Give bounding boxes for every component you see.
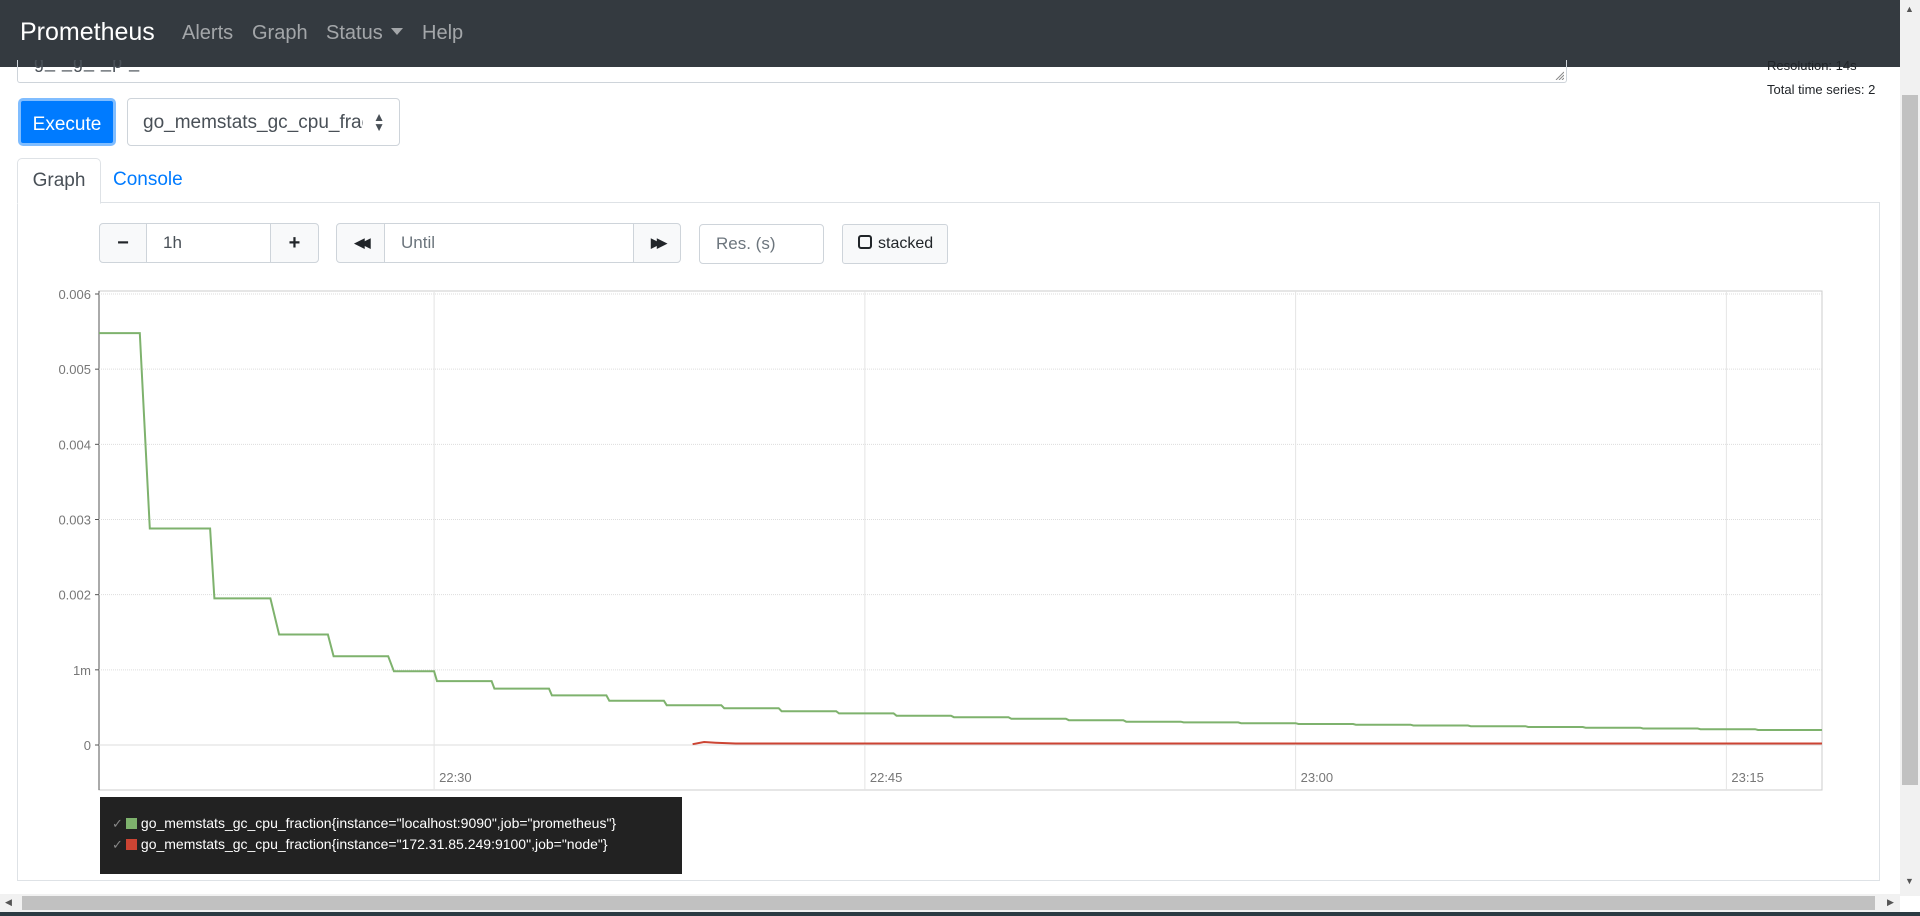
rewind-icon: ◀◀	[354, 235, 371, 250]
stacked-toggle[interactable]: stacked	[842, 224, 948, 264]
plot-frame	[98, 290, 1823, 791]
resolution-input[interactable]: Res. (s)	[699, 224, 824, 264]
expression-input[interactable]: g_ _g_ _p _	[17, 60, 1567, 83]
resize-grip-icon[interactable]	[1554, 70, 1564, 80]
resolution-info: Resolution: 14s	[1767, 61, 1857, 73]
chart-legend: ✓ go_memstats_gc_cpu_fraction{instance="l…	[100, 797, 682, 874]
rewind-button[interactable]: ◀◀	[336, 223, 385, 263]
y-tick-label: 0.003	[58, 513, 91, 528]
forward-button[interactable]: ▶▶	[633, 223, 681, 263]
expression-text: g_ _g_ _p _	[34, 60, 141, 72]
nav-status-label: Status	[326, 22, 383, 44]
y-tick-label: 0.004	[58, 437, 91, 452]
legend-label: go_memstats_gc_cpu_fraction{instance="lo…	[140, 815, 617, 831]
legend-swatch	[125, 817, 137, 829]
nav-status[interactable]: Status	[326, 22, 403, 45]
series-line-2	[692, 740, 1822, 746]
until-input[interactable]: Until	[384, 223, 634, 263]
legend-item[interactable]: ✓ go_memstats_gc_cpu_fraction{instance="l…	[112, 814, 616, 832]
x-tick-label: 23:00	[1301, 770, 1334, 785]
forward-icon: ▶▶	[651, 235, 667, 250]
nav-graph[interactable]: Graph	[252, 22, 308, 45]
tab-console[interactable]: Console	[113, 158, 183, 202]
y-tick-label: 1m	[73, 663, 91, 678]
total-series-info: Total time series: 2	[1767, 82, 1876, 97]
taskbar-strip	[0, 912, 1920, 916]
stacked-label: stacked	[878, 235, 934, 252]
increase-range-button[interactable]: +	[270, 223, 319, 263]
series-line-1	[99, 332, 1822, 731]
scroll-up-icon[interactable]: ▲	[1905, 4, 1914, 14]
navbar: Prometheus Alerts Graph Status Help	[0, 0, 1900, 67]
brand-logo[interactable]: Prometheus	[20, 18, 155, 47]
y-tick-label: 0.005	[58, 362, 91, 377]
legend-swatch	[125, 838, 137, 850]
horizontal-scroll-thumb[interactable]	[22, 896, 1875, 910]
decrease-range-button[interactable]: −	[99, 223, 147, 263]
range-input[interactable]: 1h	[146, 223, 271, 263]
nav-help[interactable]: Help	[422, 22, 463, 45]
scroll-left-icon[interactable]: ◀	[5, 897, 12, 908]
check-icon: ✓	[112, 837, 123, 852]
nav-alerts[interactable]: Alerts	[182, 22, 233, 45]
x-tick-label: 22:45	[870, 770, 903, 785]
vertical-scroll-thumb[interactable]	[1902, 95, 1918, 785]
y-tick-label: 0	[84, 738, 91, 753]
x-tick-label: 22:30	[439, 770, 472, 785]
tab-graph[interactable]: Graph	[17, 158, 101, 204]
select-arrows-icon: ▲ ▼	[373, 110, 385, 134]
execute-button[interactable]: Execute	[18, 98, 116, 146]
x-tick-label: 23:15	[1731, 770, 1764, 785]
chevron-down-icon	[390, 28, 403, 36]
checkbox-icon	[858, 234, 872, 249]
legend-label: go_memstats_gc_cpu_fraction{instance="17…	[140, 836, 608, 852]
y-tick-label: 0.006	[58, 287, 91, 302]
legend-item[interactable]: ✓ go_memstats_gc_cpu_fraction{instance="1…	[112, 835, 608, 853]
scroll-right-icon[interactable]: ▶	[1887, 897, 1894, 908]
y-tick-label: 0.002	[58, 588, 91, 603]
scroll-down-icon[interactable]: ▼	[1905, 876, 1914, 886]
metric-select[interactable]: go_memstats_gc_cpu_fraction ▲▼	[127, 98, 400, 146]
metric-select-value: go_memstats_gc_cpu_fraction	[143, 112, 363, 133]
check-icon: ✓	[112, 816, 123, 831]
line-chart: 0 1m 0.002 0.003 0.004 0.005 0.006 22:30 22:45 23…	[58, 287, 1823, 791]
